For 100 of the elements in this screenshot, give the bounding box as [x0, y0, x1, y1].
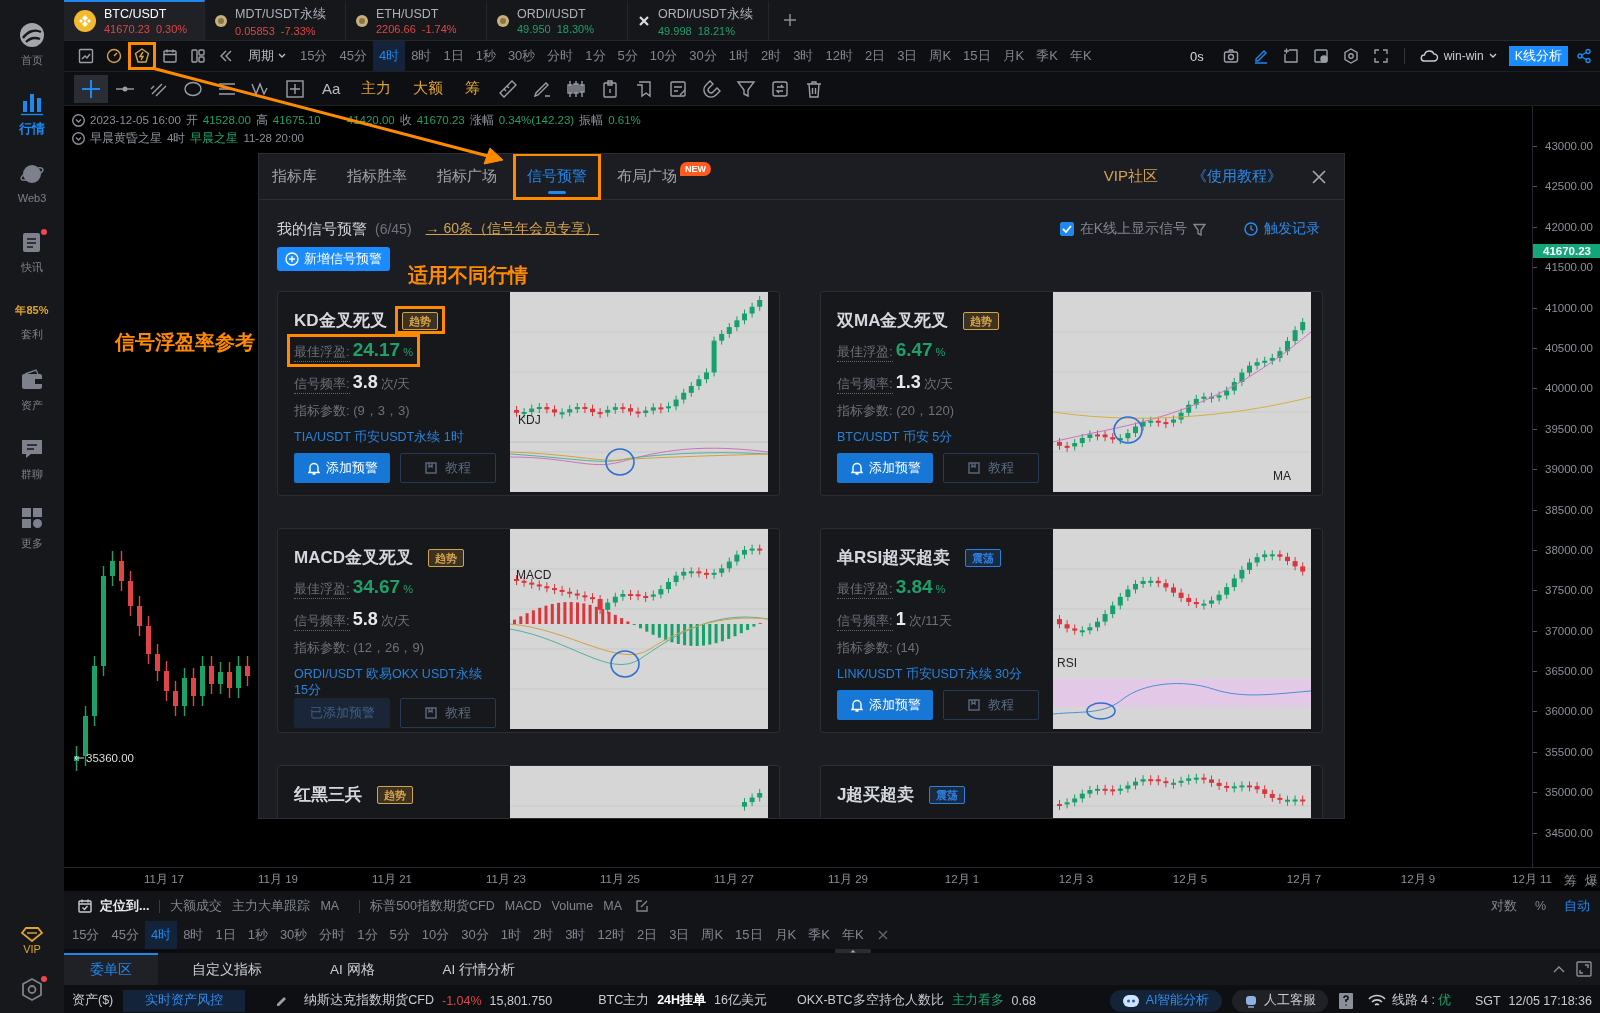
sidebar-item[interactable]: 快讯	[0, 217, 64, 286]
checkbox[interactable]	[1059, 222, 1074, 236]
symbol-tab[interactable]: ORDI/USDT 49.950 18.30%	[487, 0, 628, 40]
modal-tab[interactable]: 指标胜率	[334, 154, 420, 199]
sidebar-item[interactable]: 首页	[0, 10, 64, 79]
axis-toggle[interactable]: 筹	[1564, 872, 1577, 890]
indicator-toggle[interactable]: 筹	[454, 79, 492, 98]
add-alert-button[interactable]: 添加预警	[837, 453, 933, 483]
interval-tab[interactable]: 季K	[1030, 41, 1064, 71]
collapse-icon[interactable]	[72, 131, 85, 145]
pen-icon[interactable]	[275, 994, 289, 1007]
line-chart-icon[interactable]	[78, 48, 94, 64]
ruler-icon[interactable]	[498, 78, 519, 99]
interval-tab[interactable]: 30分	[455, 921, 495, 949]
ai-analysis-button[interactable]: AI智能分析	[1109, 989, 1222, 1012]
indicator-item[interactable]: 大额成交	[170, 897, 223, 915]
interval-tab[interactable]: 15分	[66, 921, 106, 949]
add-alert-button[interactable]: 添加预警	[294, 453, 390, 483]
indicator-item[interactable]: 主力大单跟踪	[232, 897, 311, 915]
interval-tab[interactable]: 4时	[372, 41, 406, 71]
history-link[interactable]: 触发记录	[1244, 220, 1320, 238]
interval-tab[interactable]: 月K	[768, 921, 803, 949]
tutorial-button[interactable]: 教程	[400, 453, 496, 483]
interval-tab[interactable]: 周K	[695, 921, 730, 949]
interval-tab[interactable]: 月K	[996, 41, 1031, 71]
expand-icon[interactable]	[1576, 961, 1592, 977]
collapse-icon[interactable]	[72, 113, 85, 127]
rewind-icon[interactable]	[218, 48, 234, 64]
layout-icon[interactable]	[190, 48, 206, 64]
interval-tab[interactable]: 8时	[177, 921, 210, 949]
interval-tab[interactable]: 年K	[1063, 41, 1098, 71]
tutorial-button[interactable]: 教程	[943, 453, 1039, 483]
tutorial-button[interactable]: 教程	[400, 698, 496, 728]
edit-icon[interactable]	[636, 900, 648, 912]
interval-tab[interactable]: 1日	[209, 921, 242, 949]
close-icon[interactable]	[877, 930, 888, 940]
locate-button[interactable]: 定位到...	[78, 897, 150, 915]
interval-tab[interactable]: 10分	[415, 921, 456, 949]
account-dropdown[interactable]: win-win	[1412, 49, 1503, 63]
scale-option[interactable]: 对数	[1486, 897, 1521, 915]
sidebar-item[interactable]: 更多	[0, 493, 64, 562]
indicator-item[interactable]: MA	[320, 899, 340, 913]
interval-tab[interactable]: 1时	[722, 41, 755, 71]
interval-tab[interactable]: 2日	[630, 921, 664, 949]
interval-tab[interactable]: 分时	[313, 921, 352, 949]
indicator-toggle[interactable]: 大额	[402, 79, 455, 98]
interval-tab[interactable]: 年K	[835, 921, 870, 949]
add-alert-button[interactable]: 新增信号预警	[277, 247, 390, 271]
modal-tab[interactable]: 指标库	[259, 154, 330, 199]
interval-tab[interactable]: 1秒	[469, 41, 502, 71]
interval-tab[interactable]: 1日	[437, 41, 470, 71]
panel-tab[interactable]: 委单区	[64, 953, 158, 985]
interval-tab[interactable]: 15日	[957, 41, 997, 71]
modal-tab[interactable]: 指标广场	[424, 154, 510, 199]
lightning-icon[interactable]	[134, 48, 150, 64]
interval-tab[interactable]: 5分	[383, 921, 416, 949]
market-link[interactable]: ORDI/USDT 欧易OKX USDT永续 15分	[294, 666, 496, 698]
note-icon[interactable]	[668, 78, 689, 99]
interval-tab[interactable]: 30分	[683, 41, 723, 71]
sidebar-item[interactable]: 资产	[0, 355, 64, 424]
indicator-item[interactable]: MA	[603, 899, 622, 913]
interval-tab[interactable]: 周K	[923, 41, 958, 71]
settings-icon[interactable]	[20, 977, 44, 1003]
interval-tab[interactable]: 30秒	[501, 41, 542, 71]
magnet-icon[interactable]	[702, 78, 723, 99]
interval-tab[interactable]: 1分	[351, 921, 384, 949]
interval-tab[interactable]: 3日	[891, 41, 924, 71]
interval-tab[interactable]: 5分	[611, 41, 644, 71]
interval-tab[interactable]: 2日	[858, 41, 892, 71]
interval-tab[interactable]: 1时	[494, 921, 527, 949]
add-frame-icon[interactable]	[1282, 48, 1299, 64]
calendar-icon[interactable]	[162, 48, 178, 64]
interval-tab[interactable]: 15分	[294, 41, 334, 71]
indicator-item[interactable]: Volume	[551, 899, 594, 913]
symbol-tab[interactable]: BTC/USDT 41670.23 0.30%	[64, 0, 205, 40]
vip-button[interactable]: VIP	[21, 926, 43, 955]
gauge-icon[interactable]	[106, 48, 122, 64]
fullscreen-icon[interactable]	[1372, 48, 1389, 64]
interval-tab[interactable]: 12时	[819, 41, 859, 71]
interval-tab[interactable]: 12时	[591, 921, 631, 949]
vip-community-link[interactable]: VIP社区	[1103, 167, 1158, 186]
drawing-tool[interactable]	[74, 74, 108, 103]
interval-tab[interactable]: 季K	[802, 921, 836, 949]
sidebar-item[interactable]: 群聊	[0, 424, 64, 493]
risk-control-button[interactable]: 实时资产风控	[123, 989, 246, 1012]
interval-tab[interactable]: 3时	[559, 921, 592, 949]
candlestick-icon[interactable]	[566, 78, 587, 99]
symbol-tab[interactable]: MDT/USDT永续 0.05853 -7.33%	[205, 0, 346, 40]
customer-service-button[interactable]: 人工客服	[1231, 989, 1328, 1012]
interval-tab[interactable]: 3日	[663, 921, 696, 949]
interval-tab[interactable]: 分时	[541, 41, 580, 71]
filter-icon[interactable]	[736, 78, 757, 99]
indicator-item[interactable]: 标普500指数期货CFD	[370, 897, 495, 915]
upgrade-link[interactable]: → 60条（信号年会员专享）	[425, 220, 600, 238]
sync-icon[interactable]	[770, 78, 791, 99]
interval-tab[interactable]: 45分	[333, 41, 373, 71]
indicator-item[interactable]: MACD	[504, 899, 542, 913]
font-tool[interactable]: Aa	[312, 80, 351, 97]
modal-tab[interactable]: 信号预警	[514, 154, 600, 199]
market-link[interactable]: BTC/USDT 币安 5分	[837, 429, 1039, 445]
